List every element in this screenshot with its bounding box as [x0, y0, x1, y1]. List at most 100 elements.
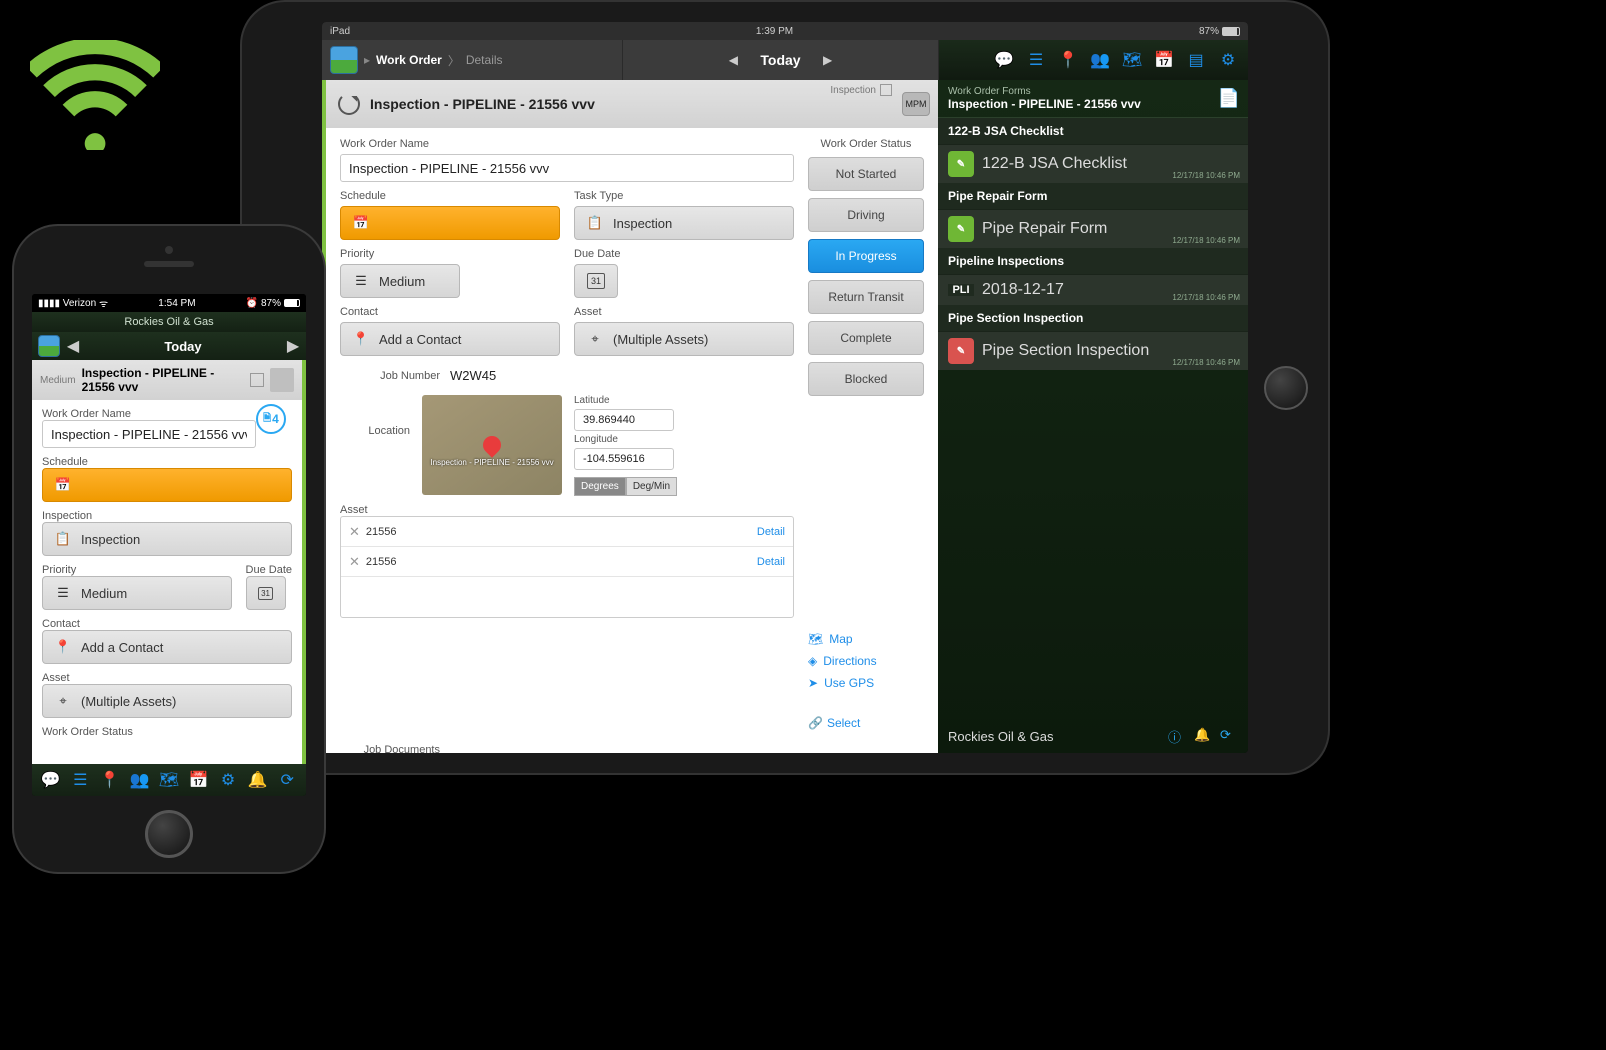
avatar-icon[interactable]: [270, 368, 294, 392]
form-item-label: Pipe Section Inspection: [982, 342, 1149, 360]
sync-icon[interactable]: ⟳: [277, 770, 297, 790]
calendar-icon[interactable]: 📅: [1154, 50, 1174, 70]
calendar-day-icon: 31: [587, 273, 605, 289]
select-asset-link[interactable]: 🔗Select: [808, 716, 860, 730]
add-contact-button[interactable]: 📍 Add a Contact: [340, 322, 560, 356]
breadcrumb-work-order[interactable]: Work Order: [376, 53, 442, 67]
use-gps-link[interactable]: ➤Use GPS: [808, 676, 924, 690]
form-badge-icon[interactable]: [250, 373, 264, 387]
today-label[interactable]: Today: [86, 339, 280, 354]
prev-day-button[interactable]: ◀: [66, 336, 80, 356]
remove-asset-icon[interactable]: ✕: [349, 524, 360, 540]
status-complete[interactable]: Complete: [808, 321, 924, 355]
info-icon[interactable]: ⓘ: [1168, 727, 1186, 745]
form-item[interactable]: ✎ Pipe Repair Form 12/17/18 10:46 PM: [938, 209, 1248, 248]
add-form-icon[interactable]: 📄: [1218, 88, 1240, 109]
inspection-button[interactable]: 📋 Inspection: [42, 522, 292, 556]
page-title: Inspection - PIPELINE - 21556 vvv: [82, 366, 244, 394]
app-logo-icon[interactable]: [330, 46, 358, 74]
gear-icon[interactable]: ⚙: [1218, 50, 1238, 70]
breadcrumb-details[interactable]: Details: [466, 53, 503, 67]
due-date-button[interactable]: 31: [246, 576, 286, 610]
chat-icon[interactable]: 💬: [994, 50, 1014, 70]
form-item[interactable]: ✎ 122-B JSA Checklist 12/17/18 10:46 PM: [938, 144, 1248, 183]
priority-icon: ☰: [351, 271, 371, 291]
next-day-button[interactable]: ▶: [821, 53, 835, 67]
due-date-label: Due Date: [246, 564, 292, 576]
due-date-button[interactable]: 31: [574, 264, 618, 298]
today-label[interactable]: Today: [760, 52, 800, 68]
status-return-transit[interactable]: Return Transit: [808, 280, 924, 314]
map-icon[interactable]: 🗺: [1122, 50, 1142, 70]
directions-link[interactable]: ◈Directions: [808, 654, 924, 668]
latitude-input[interactable]: [574, 409, 674, 431]
calendar-icon[interactable]: 📅: [189, 770, 209, 790]
status-driving[interactable]: Driving: [808, 198, 924, 232]
map-icon: 🗺: [808, 632, 823, 646]
form-thumb-icon: ✎: [948, 338, 974, 364]
chat-icon[interactable]: 💬: [41, 770, 61, 790]
degrees-option[interactable]: Degrees: [574, 477, 626, 496]
status-in-progress[interactable]: In Progress: [808, 239, 924, 273]
attachments-badge[interactable]: 🗎4: [256, 404, 286, 434]
next-day-button[interactable]: ▶: [286, 336, 300, 356]
priority-label: Priority: [340, 248, 560, 260]
schedule-button[interactable]: 📅: [42, 468, 292, 502]
people-icon[interactable]: 👥: [1090, 50, 1110, 70]
location-pin-icon[interactable]: 📍: [1058, 50, 1078, 70]
schedule-button[interactable]: 📅: [340, 206, 560, 240]
tablet-screen: iPad 1:39 PM 87% ▸ Work Order 〉 Details …: [322, 22, 1248, 753]
location-pin-icon[interactable]: 📍: [100, 770, 120, 790]
prev-day-button[interactable]: ◀: [726, 53, 740, 67]
list-icon[interactable]: ☰: [70, 770, 90, 790]
phone-screen: ▮▮▮▮ Verizon ᯤ 1:54 PM ⏰ 87% Rockies Oil…: [32, 294, 306, 796]
asset-value: (Multiple Assets): [613, 332, 708, 347]
asset-button[interactable]: ⌖ (Multiple Assets): [574, 322, 794, 356]
work-order-name-input[interactable]: [42, 420, 256, 448]
refresh-icon[interactable]: [338, 93, 360, 115]
sync-icon[interactable]: ⟳: [1220, 727, 1238, 745]
job-number-label: Job Number: [340, 370, 440, 382]
people-icon[interactable]: 👥: [129, 770, 149, 790]
gear-icon[interactable]: ⚙: [218, 770, 238, 790]
work-order-name-input[interactable]: [340, 154, 794, 182]
inspection-tag: Inspection: [830, 84, 892, 96]
alarm-icon: ⏰: [246, 298, 258, 309]
phone-home-button[interactable]: [145, 810, 193, 858]
phone-device: ▮▮▮▮ Verizon ᯤ 1:54 PM ⏰ 87% Rockies Oil…: [12, 224, 326, 874]
list-icon[interactable]: ☰: [1026, 50, 1046, 70]
bell-icon[interactable]: 🔔: [248, 770, 268, 790]
pli-badge: PLI: [948, 284, 974, 296]
map-link[interactable]: 🗺Map: [808, 632, 924, 646]
form-item-label: Pipe Repair Form: [982, 220, 1107, 238]
phone-speaker: [144, 261, 194, 267]
map-icon[interactable]: 🗺: [159, 770, 179, 790]
form-group-header: Pipe Section Inspection: [938, 305, 1248, 331]
priority-button[interactable]: ☰ Medium: [42, 576, 232, 610]
contact-label: Contact: [42, 618, 292, 630]
asset-detail-link[interactable]: Detail: [757, 556, 785, 568]
status-blocked[interactable]: Blocked: [808, 362, 924, 396]
coord-format-toggle[interactable]: Degrees Deg/Min: [574, 477, 677, 496]
app-logo-icon[interactable]: [38, 335, 60, 357]
status-not-started[interactable]: Not Started: [808, 157, 924, 191]
status-label: Work Order Status: [42, 726, 292, 738]
asset-detail-link[interactable]: Detail: [757, 526, 785, 538]
presentation-icon[interactable]: ▤: [1186, 50, 1206, 70]
asset-button[interactable]: ⌖ (Multiple Assets): [42, 684, 292, 718]
mpm-badge[interactable]: MPM: [902, 92, 930, 116]
signal-icon: ▮▮▮▮: [38, 298, 60, 309]
degmin-option[interactable]: Deg/Min: [626, 477, 677, 496]
forms-footer: Rockies Oil & Gas ⓘ 🔔 ⟳: [938, 719, 1248, 753]
tablet-home-button[interactable]: [1264, 366, 1308, 410]
status-label: Work Order Status: [808, 138, 924, 150]
remove-asset-icon[interactable]: ✕: [349, 554, 360, 570]
longitude-input[interactable]: [574, 448, 674, 470]
map-thumbnail[interactable]: Inspection - PIPELINE - 21556 vvv: [422, 395, 562, 495]
add-contact-button[interactable]: 📍 Add a Contact: [42, 630, 292, 664]
priority-button[interactable]: ☰ Medium: [340, 264, 460, 298]
task-type-button[interactable]: 📋 Inspection: [574, 206, 794, 240]
bell-icon[interactable]: 🔔: [1194, 727, 1212, 745]
form-item[interactable]: PLI 2018-12-17 12/17/18 10:46 PM: [938, 274, 1248, 305]
form-item[interactable]: ✎ Pipe Section Inspection 12/17/18 10:46…: [938, 331, 1248, 370]
